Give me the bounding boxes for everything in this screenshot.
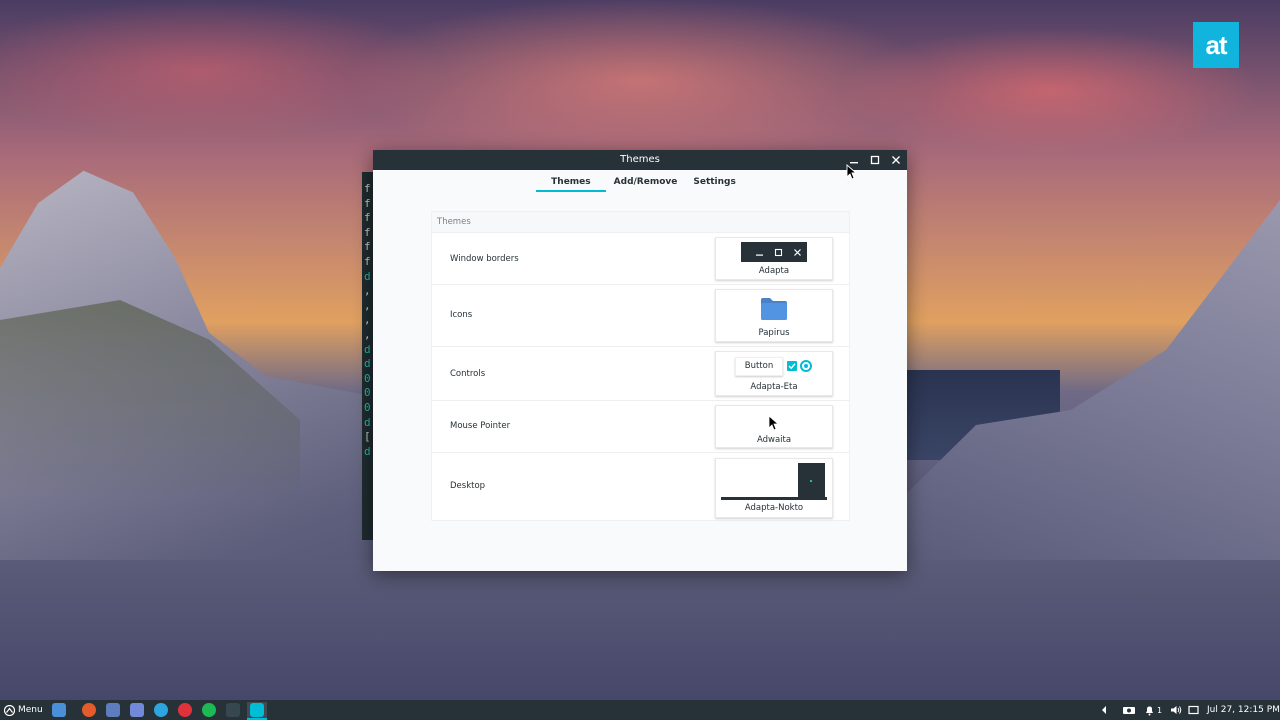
row-desktop: Desktop Adapta-Nokto [432,453,849,520]
volume-icon [1171,706,1182,714]
button-preview: Button [735,357,783,376]
taskbar-app-firefox[interactable] [82,702,96,718]
chooser-value: Adapta-Nokto [744,503,804,513]
tray-camera-button[interactable] [1122,702,1136,718]
chevron-left-icon [1102,706,1106,714]
tray-notifications-button[interactable]: 1 [1144,702,1162,718]
preview-maximize-icon [769,242,788,262]
clock[interactable]: Jul 27, 12:15 PM [1207,700,1280,720]
taskbar-app-vivaldi[interactable] [178,702,192,718]
camera-icon [1123,707,1135,714]
maximize-button[interactable] [865,150,885,170]
taskbar-app-spotify[interactable] [202,702,216,718]
row-label: Desktop [450,481,486,491]
themes-window: Themes Themes Add/Remove Settings Themes… [373,150,907,571]
close-button[interactable] [886,150,906,170]
notification-count: 1 [1157,705,1163,715]
checkbox-preview-icon [787,361,797,371]
mouse-pointer-chooser-button[interactable]: Adwaita [715,405,833,448]
taskbar-app-discord[interactable] [130,702,144,718]
firefox-icon [82,703,96,717]
taskbar: Menu 1 Jul 27, 12:15 PM [0,700,1280,720]
desktop-preview [721,461,827,502]
desktop-chooser-button[interactable]: Adapta-Nokto [715,458,833,518]
window-title: Themes [620,154,660,165]
taskbar-app-network[interactable] [106,702,120,718]
icons-chooser-button[interactable]: Papirus [715,289,833,342]
chooser-value: Papirus [758,328,790,338]
mouse-cursor-icon [846,164,856,180]
preview-minimize-icon [750,242,769,262]
tab-add-remove[interactable]: Add/Remove [606,176,686,190]
wallpaper-ground [0,560,1280,700]
section-heading: Themes [432,212,849,233]
tab-bar: Themes Add/Remove Settings [373,176,907,192]
row-label: Controls [450,369,486,379]
files-icon [52,703,66,717]
notification-bell-icon [1146,706,1153,715]
display-icon [1188,705,1199,715]
watermark-logo: at [1193,22,1239,68]
taskbar-app-themes[interactable] [247,702,267,720]
tray-volume-button[interactable] [1170,702,1182,718]
preview-panel-bar [721,497,827,500]
menu-label: Menu [18,705,43,715]
menu-button[interactable]: Menu [4,702,43,718]
row-label: Mouse Pointer [450,421,511,431]
tray-collapse-button[interactable] [1100,702,1108,718]
terminal-icon [226,703,240,717]
vivaldi-icon [178,703,192,717]
close-icon [892,156,900,164]
window-borders-preview [741,242,807,262]
menu-logo-icon [4,704,15,716]
spotify-icon [202,703,216,717]
maximize-icon [870,155,880,165]
chooser-value: Adapta [758,266,790,276]
telegram-icon [154,703,168,717]
row-icons: Icons Papirus [432,285,849,347]
row-label: Window borders [450,254,519,264]
tab-themes[interactable]: Themes [536,176,606,192]
row-controls: Controls Button Adapta-Eta [432,347,849,401]
row-window-borders: Window borders Adapta [432,233,849,285]
themes-panel: Themes Window borders Adapta Icons Papir… [431,211,850,521]
cursor-arrow-icon [768,415,778,431]
tab-settings[interactable]: Settings [685,176,743,190]
discord-icon [130,703,144,717]
row-label: Icons [450,310,473,320]
folder-icon [761,298,787,320]
controls-chooser-button[interactable]: Button Adapta-Eta [715,351,833,396]
window-titlebar[interactable]: Themes [373,150,907,170]
chooser-value: Adapta-Eta [750,382,798,392]
radio-preview-icon [800,360,812,372]
preview-terminal-cursor [810,480,812,482]
taskbar-app-files[interactable] [52,702,66,718]
taskbar-app-telegram[interactable] [154,702,168,718]
network-icon [106,703,120,717]
window-borders-chooser-button[interactable]: Adapta [715,237,833,280]
chooser-value: Adwaita [756,435,792,445]
taskbar-app-terminal[interactable] [226,702,240,718]
wallpaper-vegetation [0,300,300,500]
row-mouse-pointer: Mouse Pointer Adwaita [432,401,849,453]
preview-close-icon [788,242,807,262]
tray-display-button[interactable] [1188,702,1199,718]
themes-icon [250,703,264,717]
